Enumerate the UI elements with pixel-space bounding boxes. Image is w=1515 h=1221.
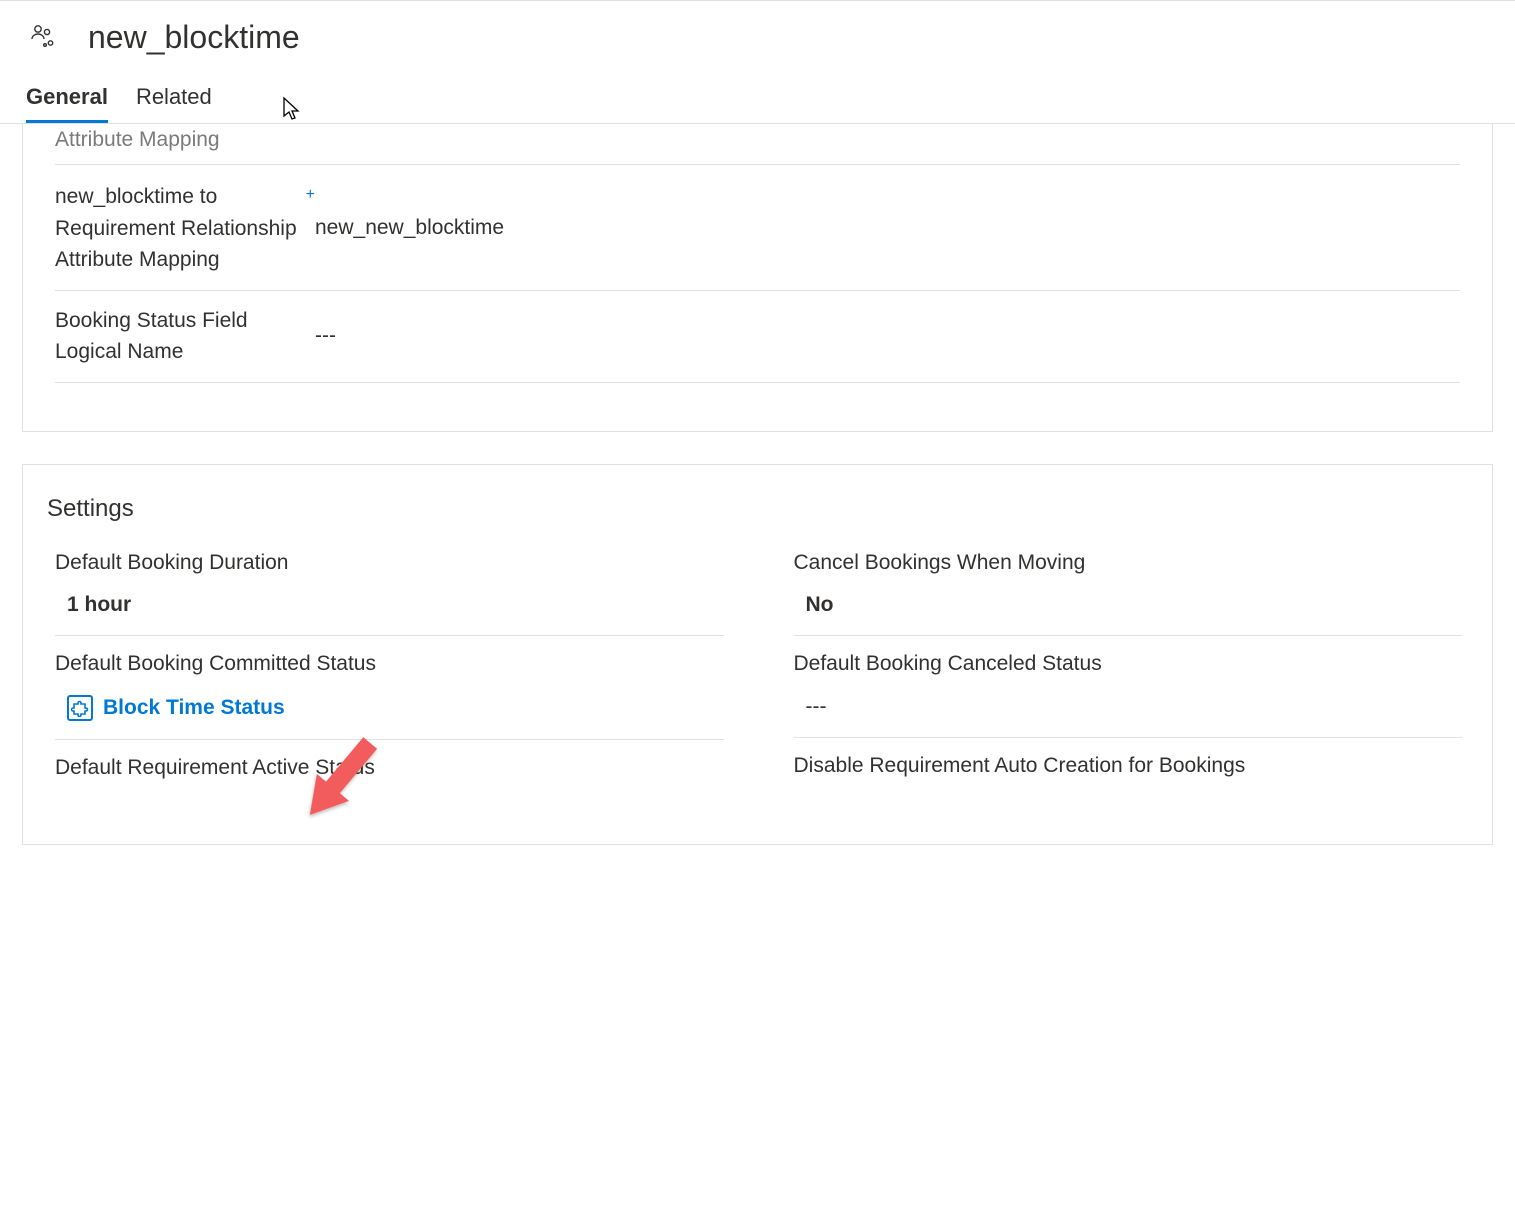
plus-icon: + [306, 183, 315, 207]
field-label: new_blocktime to Requirement Relationshi… [55, 181, 315, 276]
setting-default-canceled-status[interactable]: Default Booking Canceled Status --- [794, 636, 1463, 738]
field-value[interactable]: --- [315, 324, 1460, 348]
setting-cancel-when-moving[interactable]: Cancel Bookings When Moving No [794, 535, 1463, 637]
partial-row-label: Attribute Mapping [55, 122, 1460, 165]
settings-right-col: Cancel Bookings When Moving No Default B… [794, 535, 1463, 797]
setting-label: Default Booking Duration [55, 535, 724, 580]
label-text: new_blocktime to Requirement Relationshi… [55, 185, 297, 271]
entity-icon [28, 23, 56, 51]
setting-value[interactable]: 1 hour [55, 579, 724, 623]
tab-general[interactable]: General [26, 84, 108, 123]
field-label: Booking Status Field Logical Name [55, 305, 315, 368]
row-attribute-mapping[interactable]: new_blocktime to Requirement Relationshi… [55, 167, 1460, 291]
form-header: new_blocktime [0, 0, 1515, 56]
page-title: new_blocktime [88, 19, 300, 56]
setting-label: Default Booking Committed Status [55, 636, 724, 681]
setting-label: Default Booking Canceled Status [794, 636, 1463, 681]
section-title-settings: Settings [23, 465, 1492, 535]
upper-panel: Attribute Mapping new_blocktime to Requi… [22, 124, 1493, 432]
setting-label: Disable Requirement Auto Creation for Bo… [794, 738, 1463, 783]
setting-default-committed-status[interactable]: Default Booking Committed Status Block T… [55, 636, 724, 740]
setting-disable-auto-creation[interactable]: Disable Requirement Auto Creation for Bo… [794, 738, 1463, 795]
setting-default-active-status[interactable]: Default Requirement Active Status [55, 740, 724, 797]
settings-panel: Settings Default Booking Duration 1 hour… [22, 464, 1493, 846]
setting-label: Default Requirement Active Status [55, 740, 724, 785]
lookup-value[interactable]: Block Time Status [55, 681, 724, 727]
row-booking-status-field[interactable]: Booking Status Field Logical Name --- [55, 291, 1460, 383]
field-value[interactable]: new_new_blocktime [315, 216, 1460, 240]
lookup-text[interactable]: Block Time Status [103, 696, 285, 720]
setting-value[interactable]: --- [794, 681, 1463, 725]
setting-label: Cancel Bookings When Moving [794, 535, 1463, 580]
setting-default-booking-duration[interactable]: Default Booking Duration 1 hour [55, 535, 724, 637]
settings-left-col: Default Booking Duration 1 hour Default … [55, 535, 724, 797]
setting-value[interactable]: No [794, 579, 1463, 623]
puzzle-icon [67, 695, 93, 721]
tab-bar: General Related [0, 56, 1515, 124]
tab-related[interactable]: Related [136, 84, 212, 123]
